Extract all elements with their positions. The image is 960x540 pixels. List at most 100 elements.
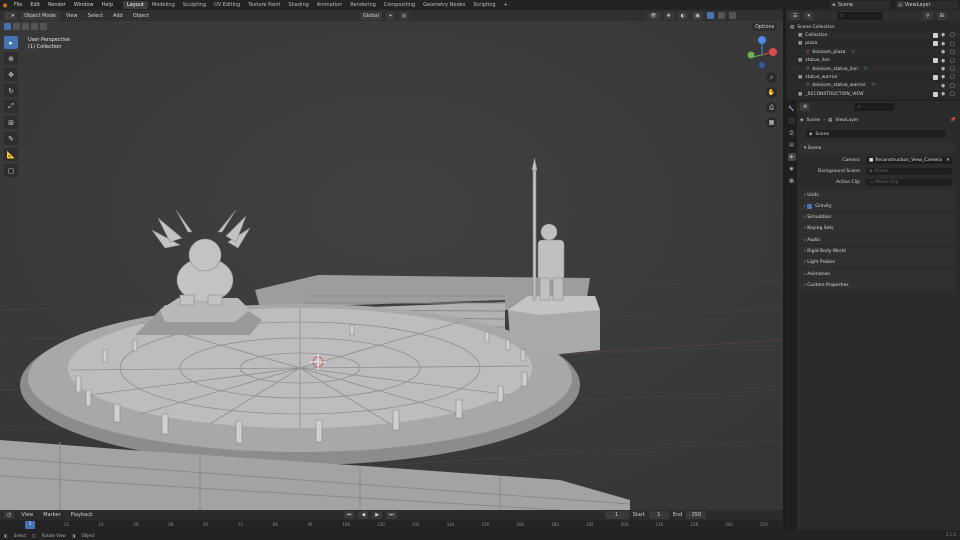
proportional-edit-icon[interactable]: ◎ [398,11,410,20]
panel-scene-header[interactable]: ▾ Scene [800,143,956,153]
select-invert-icon[interactable] [31,23,38,30]
select-subtract-icon[interactable] [22,23,29,30]
panel-gravity[interactable]: › Gravity [800,201,956,212]
select-box-tool-icon[interactable]: ▸ [4,36,18,49]
current-frame-field[interactable]: 1 [604,511,629,519]
panel-simulation[interactable]: › Simulation [800,212,956,223]
measure-tool-icon[interactable]: 📐 [4,148,18,161]
annotate-tool-icon[interactable]: ✎ [4,132,18,145]
outliner-row[interactable]: ▦ plaza ◉ ▢ [786,40,960,48]
timeline-ruler[interactable] [0,521,783,530]
properties-editor[interactable] [797,101,960,530]
outliner-editor-type-icon[interactable]: ☰ [790,11,801,20]
visibility-eye-icon[interactable]: ◉ [941,74,945,80]
new-collection-icon[interactable]: ⊞ [936,11,947,20]
workspace-tab-uv-editing[interactable]: UV Editing [210,1,244,9]
exclude-checkbox[interactable] [933,58,938,64]
visibility-icon[interactable]: 👁 [647,11,660,20]
datablock-selector[interactable]: ◈ Scene [806,130,946,138]
overlay-toggle-icon[interactable]: ◐ [677,11,689,20]
transform-tool-icon[interactable]: ⊞ [4,116,18,129]
frame-cursor[interactable]: 1 [25,521,35,529]
move-tool-icon[interactable]: ✥ [4,68,18,81]
render-visibility-icon[interactable]: ▢ [950,91,955,97]
editor-type-button[interactable]: ⬚▾ [4,11,18,20]
add-workspace-button[interactable]: + [500,1,512,9]
timeline-editor-type-icon[interactable]: ◷ [4,511,15,519]
rendered-shading-icon[interactable] [728,12,736,19]
exclude-checkbox[interactable] [933,74,938,80]
visibility-eye-icon[interactable]: ◉ [941,41,945,47]
gravity-checkbox[interactable] [807,203,813,209]
visibility-eye-icon[interactable]: ◉ [941,49,945,55]
visibility-eye-icon[interactable]: ◉ [941,58,945,64]
exclude-checkbox[interactable] [933,41,938,47]
select-extend-icon[interactable] [13,23,20,30]
jump-end-icon[interactable]: ⏭ [386,511,397,519]
outliner-row[interactable]: ▽ blossom_statue_warrior ▽ ◉ ▢ [786,81,960,90]
menu-edit[interactable]: Edit [26,2,44,8]
workspace-tab-geometry-nodes[interactable]: Geometry Nodes [419,1,469,9]
workspace-tab-animation[interactable]: Animation [313,1,347,9]
exclude-checkbox[interactable] [933,32,938,38]
render-visibility-icon[interactable]: ▢ [950,49,955,55]
outliner-display-mode-icon[interactable]: ▾ [804,11,813,20]
play-icon[interactable]: ▶ [372,511,383,519]
play-reverse-icon[interactable]: ◀ [358,511,369,519]
render-visibility-icon[interactable]: ▢ [950,58,955,64]
snap-icon[interactable]: ⌖ [385,11,395,20]
world-tab-icon[interactable]: ◉ [788,165,796,173]
workspace-tab-shading[interactable]: Shading [284,1,312,9]
render-visibility-icon[interactable]: ▢ [950,74,955,80]
properties-editor-type-icon[interactable]: ⚙ [800,103,811,111]
menu-window[interactable]: Window [70,2,98,8]
workspace-tab-scripting[interactable]: Scripting [469,1,499,9]
panel-animation[interactable]: › Animation [800,269,956,280]
menu-file[interactable]: File [10,2,26,8]
outliner-row[interactable]: ▽ blossom_statue_lion ▽ ◉ ▢ [786,65,960,73]
gizmo-toggle-icon[interactable]: ✥ [663,11,674,20]
pan-hand-icon[interactable]: ✋ [766,87,777,98]
solid-shading-icon[interactable] [706,12,714,19]
workspace-tab-modeling[interactable]: Modeling [148,1,179,9]
transform-orientation-dropdown[interactable]: Global [360,11,382,20]
properties-search-input[interactable]: ⌕ [854,103,895,111]
visibility-eye-icon[interactable]: ◉ [941,66,945,72]
pin-icon[interactable]: 📌 [950,118,956,123]
render-visibility-icon[interactable]: ▢ [950,66,955,72]
blender-logo-icon[interactable]: ◉ [0,0,10,10]
scene-tab-icon[interactable]: ◈ [787,153,796,161]
outliner-row[interactable]: ▦ Collection ◉ ▢ [786,31,960,40]
camera-view-icon[interactable]: ⎙ [766,102,777,113]
cursor-tool-icon[interactable]: ⊕ [4,52,18,65]
workspace-tab-sculpting[interactable]: Sculpting [179,1,210,9]
select-intersect-icon[interactable] [40,23,47,30]
tool-tab-icon[interactable]: 🔧 [788,105,796,113]
outliner-row[interactable]: ▦ statue_warrior ◉ ▢ [786,73,960,81]
mode-dropdown[interactable]: Object Mode [21,11,59,20]
workspace-tab-layout[interactable]: Layout [123,1,148,9]
workspace-tab-compositing[interactable]: Compositing [380,1,419,9]
menu-view[interactable]: View [63,13,81,19]
scene-selector[interactable]: ◈ Scene [830,1,890,9]
panel-audio[interactable]: › Audio [800,235,956,246]
outliner-row[interactable]: ▦ statue_lion ◉ ▢ [786,57,960,65]
clear-camera-icon[interactable]: ✕ [946,158,952,163]
zoom-icon[interactable]: ⌕ [766,72,777,83]
background-scene-field[interactable]: ◈ Scene [866,168,952,175]
panel-custom-properties[interactable]: › Custom Properties [800,280,956,291]
perspective-toggle-icon[interactable]: ▦ [766,117,777,128]
visibility-eye-icon[interactable]: ◉ [941,83,945,89]
panel-units[interactable]: › Units [800,190,956,200]
timeline-menu-marker[interactable]: Marker [40,512,63,518]
exclude-checkbox[interactable] [933,91,938,97]
timeline-menu-playback[interactable]: Playback [68,512,96,518]
collection-tab-icon[interactable]: ▦ [788,177,796,185]
menu-object[interactable]: Object [130,13,152,19]
workspace-tab-texture-paint[interactable]: Texture Paint [244,1,284,9]
workspace-tab-rendering[interactable]: Rendering [346,1,380,9]
viewport-scene[interactable] [0,10,783,510]
panel-keying-sets[interactable]: › Keying Sets [800,223,956,234]
scale-tool-icon[interactable]: ⤢ [4,100,18,113]
outliner-search-input[interactable]: ⌕ [837,11,883,20]
